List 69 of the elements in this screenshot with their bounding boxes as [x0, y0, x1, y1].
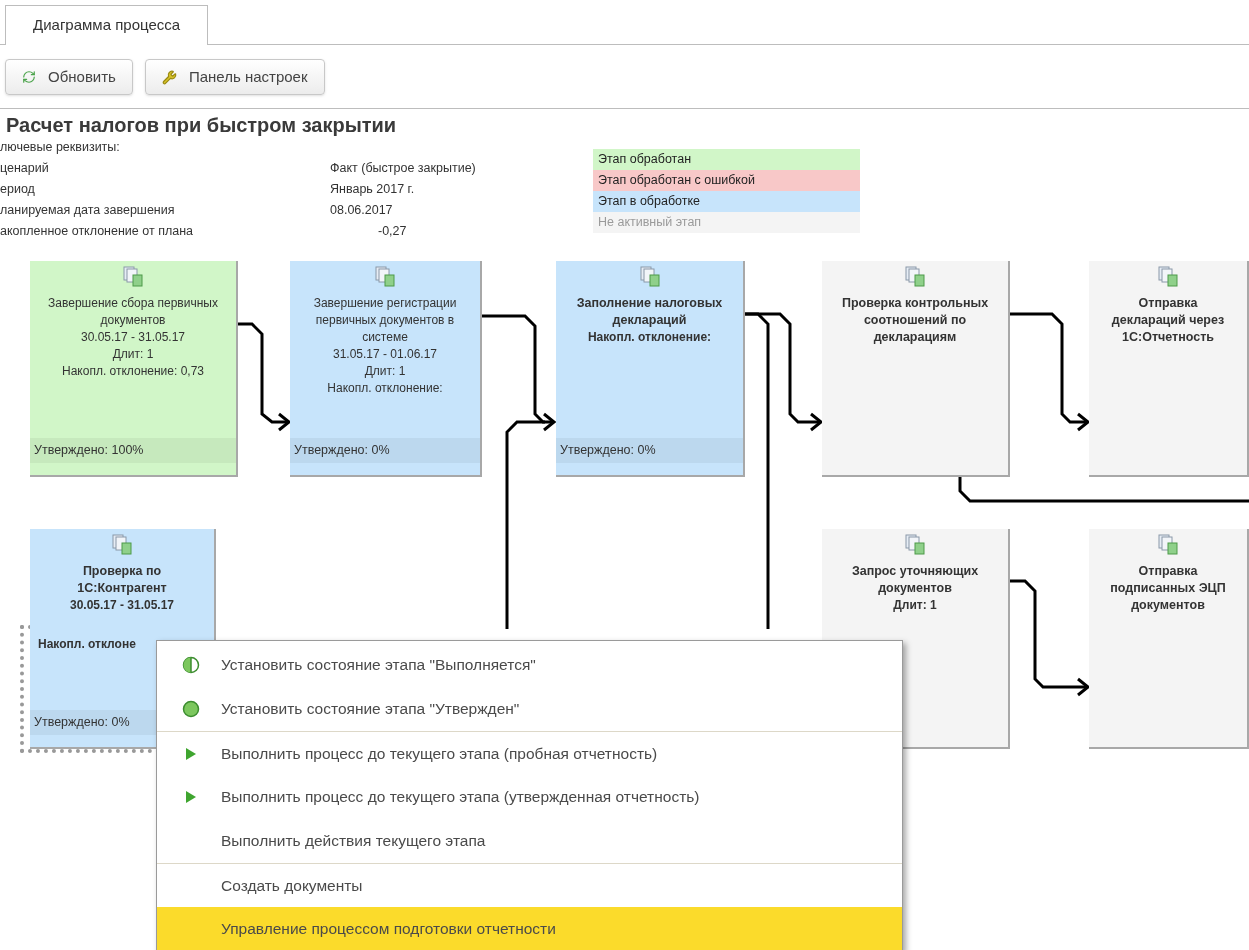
- stage-detail: Накопл. отклоне: [37, 636, 136, 653]
- stage-node[interactable]: Отправка деклараций через 1С:Отчетность: [1089, 261, 1249, 477]
- stage-detail: 30.05.17 - 31.05.17: [80, 329, 186, 346]
- tab[interactable]: Диаграмма процесса: [5, 5, 209, 45]
- legend-item: Этап в обработке: [593, 191, 860, 212]
- menu-item-label: Установить состояние этапа "Утвержден": [221, 699, 520, 720]
- stage-detail: Накопл. отклонение: 0,73: [62, 363, 204, 380]
- field-value: 08.06.2017: [330, 202, 393, 219]
- toolbar-button[interactable]: Обновить: [5, 59, 133, 95]
- menu-item-label: Управление процессом подготовки отчетности: [221, 919, 556, 940]
- field-value: Январь 2017 г.: [330, 181, 415, 198]
- stage-footer: Утверждено: 100%: [30, 438, 236, 463]
- documents-icon: [904, 533, 926, 555]
- legend-item: Не активный этап: [593, 212, 860, 233]
- page-title: Расчет налогов при быстром закрытии: [5, 113, 398, 137]
- stage-node[interactable]: Проверка контрольных соотношений по декларациям: [822, 261, 1010, 477]
- half-circle-icon: [182, 656, 200, 674]
- stage-node[interactable]: Отправка подписанных ЭЦП документов: [1089, 529, 1249, 749]
- stage-detail: Длит: 1: [112, 346, 154, 363]
- stage-title: Проверка контрольных соотношений по декларациям: [840, 295, 990, 346]
- stage-detail: Накопл. отклонение:: [327, 380, 443, 397]
- documents-icon: [1157, 265, 1179, 287]
- field-value: -0,27: [377, 223, 407, 240]
- play-icon: [184, 790, 198, 804]
- stage-detail: Накопл. отклонение:: [587, 329, 712, 346]
- field-label: ценарий: [0, 160, 50, 177]
- field-label: ериод: [0, 181, 36, 198]
- wrench-icon: [161, 69, 177, 85]
- menu-item-label: Выполнить процесс до текущего этапа (утвержденная отчетность): [221, 787, 700, 808]
- legend-item: Этап обработан: [593, 149, 860, 170]
- toolbar-button[interactable]: Панель настроек: [144, 59, 325, 95]
- menu-item-label: Установить состояние этапа "Выполняется": [221, 655, 536, 676]
- stage-title: Завершение сбора первичных документов: [47, 295, 219, 329]
- documents-icon: [111, 533, 133, 555]
- stage-title: Отправка деклараций через 1С:Отчетность: [1110, 295, 1226, 346]
- stage-title: Отправка подписанных ЭЦП документов: [1109, 563, 1227, 614]
- stage-node[interactable]: Завершение регистрации первичных документов в системе 31.05.17 - 01.06.17 Длит: 1 Накопл. отклонение: Утверждено: 0%: [290, 261, 482, 477]
- documents-icon: [374, 265, 396, 287]
- field-label: акопленное отклонение от плана: [0, 223, 195, 240]
- menu-item-label: Выполнить действия текущего этапа: [221, 831, 486, 852]
- stage-title: Проверка по 1С:Контрагент: [76, 563, 168, 597]
- menu-item[interactable]: Управление процессом подготовки отчетности: [157, 907, 902, 950]
- circle-icon: [182, 700, 200, 718]
- stage-detail: 31.05.17 - 01.06.17: [332, 346, 438, 363]
- menu-item[interactable]: Выполнить процесс до текущего этапа (утвержденная отчетность): [157, 775, 902, 819]
- stage-title: Заполнение налоговых деклараций: [575, 295, 724, 329]
- stage-detail: Длит: 1: [364, 363, 406, 380]
- section-heading: лючевые реквизиты:: [0, 139, 121, 156]
- field-value: Факт (быстрое закрытие): [330, 160, 476, 177]
- menu-item-label: Выполнить процесс до текущего этапа (пробная отчетность): [221, 743, 658, 764]
- menu-item[interactable]: Выполнить действия текущего этапа: [157, 819, 902, 863]
- stage-title: Запрос уточняющих документов: [850, 563, 980, 597]
- stage-node[interactable]: Завершение сбора первичных документов 30.05.17 - 31.05.17 Длит: 1 Накопл. отклонение: 0,73 Утверждено: 100%: [30, 261, 238, 477]
- documents-icon: [638, 265, 661, 287]
- refresh-icon: [22, 70, 36, 84]
- field-label: ланируемая дата завершения: [0, 202, 176, 219]
- documents-icon: [122, 265, 144, 287]
- menu-item[interactable]: Выполнить процесс до текущего этапа (пробная отчетность): [157, 731, 902, 775]
- stage-footer: Утверждено: 0%: [290, 438, 480, 463]
- stage-footer: Утверждено: 0%: [556, 438, 743, 463]
- stage-title: Завершение регистрации первичных документов в системе: [312, 295, 458, 346]
- documents-icon: [904, 265, 926, 287]
- stage-node[interactable]: Заполнение налоговых деклараций Накопл. отклонение: Утверждено: 0%: [556, 261, 745, 477]
- play-icon: [184, 746, 198, 761]
- documents-icon: [1157, 533, 1179, 555]
- stage-detail: 30.05.17 - 31.05.17: [69, 597, 175, 614]
- menu-item-label: Создать документы: [221, 875, 363, 896]
- stage-detail: Длит: 1: [893, 597, 937, 614]
- legend-item: Этап обработан с ошибкой: [593, 170, 860, 191]
